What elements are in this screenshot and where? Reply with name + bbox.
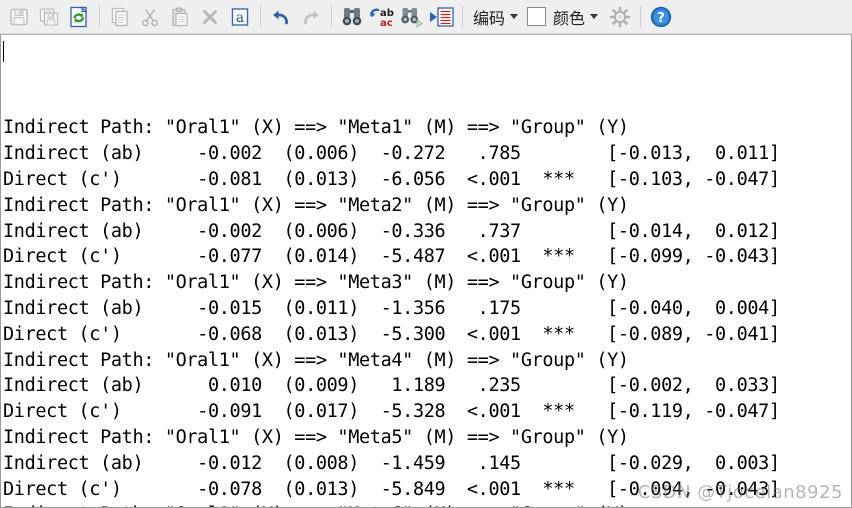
text-line: Indirect (ab) 0.010 (0.009) 1.189 .235 […: [3, 375, 780, 397]
text-line: Indirect (ab) -0.002 (0.006) -0.272 .785…: [3, 143, 780, 165]
color-swatch[interactable]: [527, 7, 547, 26]
color-dropdown-label: 颜色: [553, 8, 586, 28]
delete-icon: [203, 9, 217, 24]
paste-button[interactable]: [165, 3, 195, 31]
find-button[interactable]: [337, 3, 367, 31]
text-line: Indirect (ab) -0.002 (0.006) -0.336 .737…: [3, 220, 780, 242]
reload-button[interactable]: [64, 3, 94, 31]
toolbar-separator: [462, 5, 463, 28]
undo-icon: [273, 10, 288, 24]
redo-button[interactable]: [296, 3, 326, 31]
text-line: Indirect Path: "Oral1" (X) ==> "Meta2" (…: [3, 194, 629, 216]
save-icon: [10, 8, 28, 25]
find-next-button[interactable]: [397, 3, 427, 31]
find-next-icon: [401, 7, 424, 28]
paste-icon: [172, 7, 188, 26]
text-caret: [3, 41, 4, 62]
settings-button[interactable]: [605, 3, 635, 31]
text-line: Direct (c') -0.077 (0.014) -5.487 <.001 …: [3, 246, 780, 268]
redo-icon: [304, 10, 319, 24]
svg-text:ac: ac: [380, 18, 393, 29]
text-line: Indirect Path: "Oral1" (X) ==> "Meta4" (…: [3, 349, 629, 371]
text-content[interactable]: Indirect Path: "Oral1" (X) ==> "Meta1" (…: [1, 35, 851, 507]
gear-icon: [609, 6, 631, 27]
text-line: Direct (c') -0.091 (0.017) -5.328 <.001 …: [3, 401, 780, 423]
delete-button[interactable]: [195, 3, 225, 31]
text-editor-window: a ab ac 编码 颜色 ? Indirect Path: "Oral1" (…: [0, 0, 852, 508]
text-line: Indirect (ab) -0.012 (0.008) -1.459 .145…: [3, 452, 780, 474]
select-all-icon: a: [231, 7, 249, 26]
text-area-container[interactable]: Indirect Path: "Oral1" (X) ==> "Meta1" (…: [0, 34, 852, 508]
main-toolbar: a ab ac 编码 颜色 ?: [0, 0, 852, 34]
save-all-button[interactable]: [34, 3, 64, 31]
reload-icon: [70, 5, 88, 27]
text-line: Direct (c') -0.068 (0.013) -5.300 <.001 …: [3, 323, 780, 345]
undo-button[interactable]: [266, 3, 296, 31]
replace-icon: ab ac: [370, 8, 394, 29]
color-dropdown[interactable]: 颜色: [548, 4, 601, 30]
chevron-down-icon: [590, 14, 599, 19]
svg-text:?: ?: [657, 11, 665, 26]
help-icon: ?: [650, 6, 672, 27]
encoding-dropdown-label: 编码: [473, 8, 506, 28]
toolbar-separator: [260, 5, 261, 28]
svg-text:a: a: [236, 10, 244, 26]
cut-icon: [141, 8, 159, 26]
replace-button[interactable]: ab ac: [367, 3, 397, 31]
find-icon: [342, 7, 362, 25]
select-all-button[interactable]: a: [225, 3, 255, 31]
text-line: Indirect Path: "Oral1" (X) ==> "Meta6" (…: [3, 502, 851, 507]
help-button[interactable]: ?: [646, 3, 676, 31]
goto-line-button[interactable]: [427, 3, 457, 31]
cut-button[interactable]: [135, 3, 165, 31]
save-all-icon: [39, 7, 59, 26]
goto-line-icon: [430, 6, 454, 27]
text-line: Direct (c') -0.078 (0.013) -5.849 <.001 …: [3, 478, 780, 500]
text-line: Direct (c') -0.081 (0.013) -6.056 <.001 …: [3, 168, 780, 190]
text-line: Indirect Path: "Oral1" (X) ==> "Meta5" (…: [3, 426, 629, 448]
save-button[interactable]: [4, 3, 34, 31]
encoding-dropdown[interactable]: 编码: [468, 4, 521, 30]
text-line: Indirect Path: "Oral1" (X) ==> "Meta3" (…: [3, 272, 629, 294]
text-line: Indirect (ab) -0.015 (0.011) -1.356 .175…: [3, 297, 780, 319]
toolbar-separator: [640, 5, 642, 28]
toolbar-separator: [99, 5, 100, 28]
chevron-down-icon: [510, 14, 519, 19]
text-line: Indirect Path: "Oral1" (X) ==> "Meta1" (…: [3, 117, 629, 139]
copy-icon: [111, 7, 128, 26]
toolbar-separator: [331, 5, 332, 28]
copy-button[interactable]: [105, 3, 135, 31]
